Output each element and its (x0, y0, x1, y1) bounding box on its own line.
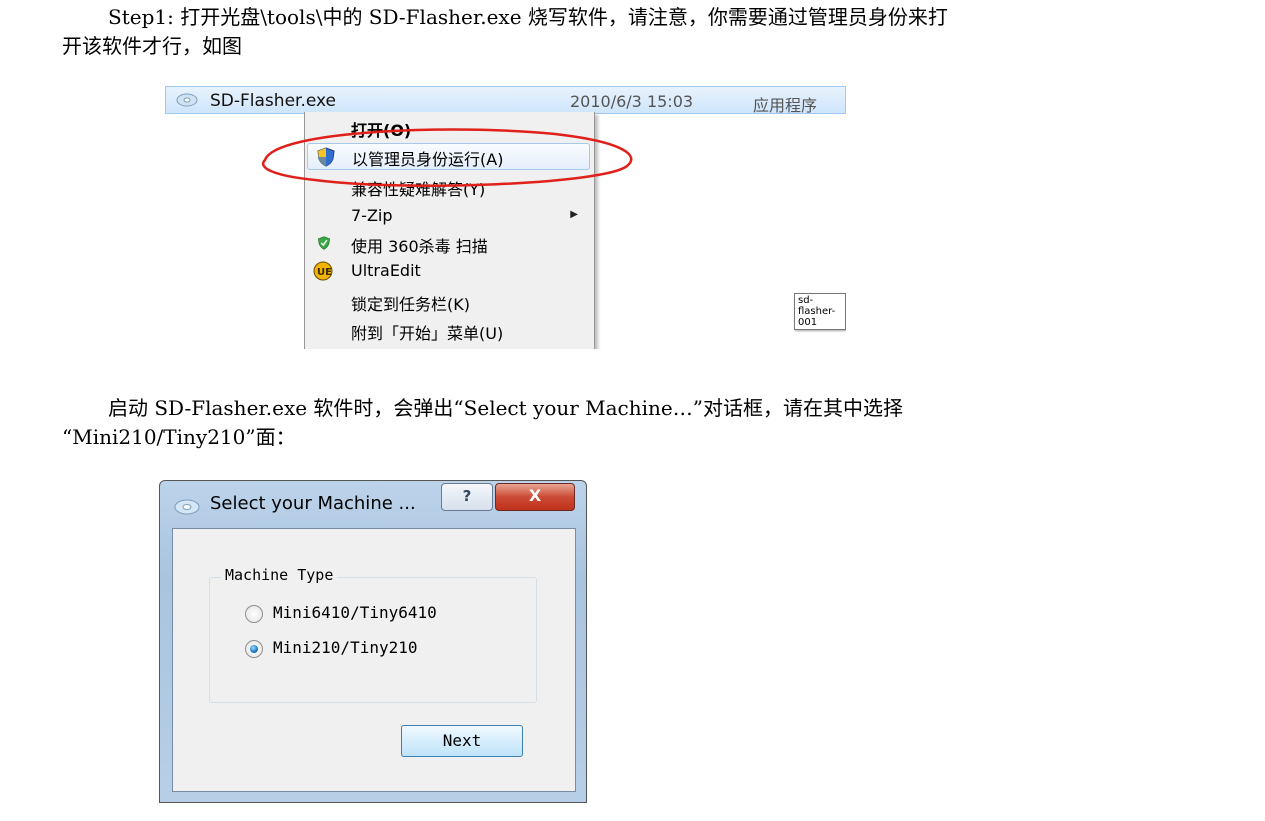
instruction-paragraph-1: Step1: 打开光盘\tools\中的 SD-Flasher.exe 烧写软件… (62, 3, 1202, 61)
select-machine-screenshot: Select your Machine ... ? X Machine Type… (159, 480, 587, 803)
disc-app-icon (176, 93, 198, 107)
menu-item-label: UltraEdit (351, 261, 421, 280)
menu-item-pin-start[interactable]: 附到「开始」菜单(U) (305, 317, 592, 344)
paragraph-1-line-1: Step1: 打开光盘\tools\中的 SD-Flasher.exe 烧写软件… (108, 5, 948, 29)
dialog-client-area: Machine Type Mini6410/Tiny6410 Mini210/T… (172, 528, 576, 792)
instruction-paragraph-2: 启动 SD-Flasher.exe 软件时，会弹出“Select your Ma… (62, 394, 1202, 452)
radio-mini6410[interactable] (245, 605, 263, 623)
help-button[interactable]: ? (441, 483, 493, 511)
dialog-title: Select your Machine ... (210, 493, 416, 514)
menu-item-360-scan[interactable]: 使用 360杀毒 扫描 (305, 230, 592, 257)
menu-item-label: 附到「开始」菜单(U) (351, 324, 504, 343)
ultraedit-icon: UE (313, 261, 333, 281)
menu-item-pin-taskbar[interactable]: 锁定到任务栏(K) (305, 288, 592, 315)
next-button[interactable]: Next (401, 725, 523, 757)
red-annotation-ellipse (262, 128, 633, 187)
file-modified-date: 2010/6/3 15:03 (570, 92, 694, 111)
menu-item-label: 锁定到任务栏(K) (351, 295, 470, 314)
explorer-screenshot: SD-Flasher.exe 2010/6/3 15:03 应用程序 打开(O)… (159, 82, 846, 349)
machine-type-group-label: Machine Type (221, 566, 338, 584)
svg-text:UE: UE (317, 267, 332, 278)
paragraph-2-line-2: “Mini210/Tiny210”面： (62, 425, 296, 449)
menu-item-ultraedit[interactable]: UE UltraEdit (305, 258, 592, 285)
file-row[interactable]: SD-Flasher.exe 2010/6/3 15:03 应用程序 (165, 86, 846, 115)
radio-mini210-label: Mini210/Tiny210 (273, 638, 418, 657)
radio-mini210[interactable] (245, 640, 263, 658)
radio-mini6410-label: Mini6410/Tiny6410 (273, 603, 437, 622)
disc-app-icon (174, 499, 200, 515)
menu-item-label: 7-Zip (351, 206, 393, 225)
close-button[interactable]: X (495, 483, 575, 511)
select-machine-dialog: Select your Machine ... ? X Machine Type… (159, 480, 587, 803)
paragraph-2-line-1: 启动 SD-Flasher.exe 软件时，会弹出“Select your Ma… (108, 396, 903, 420)
submenu-arrow-icon: ▶ (570, 209, 578, 220)
menu-item-label: 使用 360杀毒 扫描 (351, 237, 488, 256)
file-name: SD-Flasher.exe (210, 91, 337, 111)
paragraph-1-line-2: 开该软件才行，如图 (62, 34, 242, 58)
file-type: 应用程序 (753, 96, 818, 115)
360-shield-icon (318, 236, 330, 250)
menu-item-7zip[interactable]: 7-Zip ▶ (305, 203, 592, 230)
screenshot-caption-tooltip: sd-flasher-001 (794, 293, 846, 330)
